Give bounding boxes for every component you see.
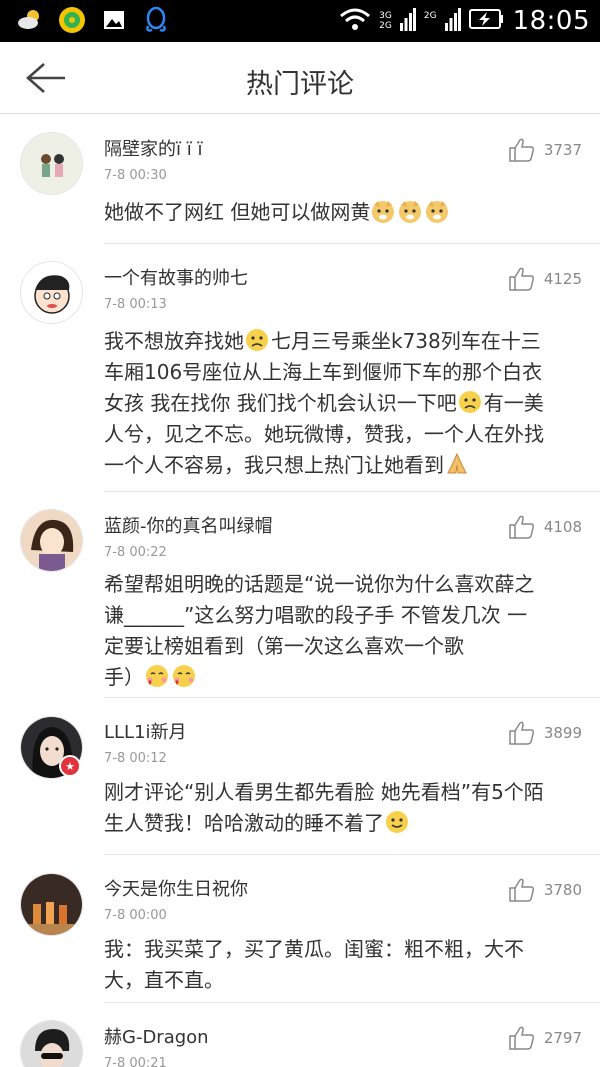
like-button[interactable]: 4125 xyxy=(508,264,582,294)
doge-emoji-icon xyxy=(399,201,422,223)
like-count: 3780 xyxy=(543,881,582,899)
comment-text-line: 女孩 我在找你 我们找个机会认识一下吧 xyxy=(104,391,457,415)
like-count: 4108 xyxy=(543,518,582,536)
like-count: 4125 xyxy=(543,270,582,288)
sad-face-emoji-icon xyxy=(246,329,268,351)
username[interactable]: 隔壁家的ï ï ï xyxy=(104,135,202,161)
username[interactable]: 赫G-Dragon xyxy=(104,1023,209,1049)
doge-emoji-icon xyxy=(372,201,395,223)
comment-text-line: 刚才评论“别人看男生都先看脸 她先看档”有5个陌 xyxy=(104,780,544,804)
comment-text-line: 我：我买菜了，买了黄瓜。闺蜜：粗不粗，大不 xyxy=(104,937,524,961)
music-app-icon xyxy=(58,6,86,34)
page-title: 热门评论 xyxy=(246,69,354,100)
network-3g-label: 3G xyxy=(379,11,392,21)
comment-text-line: 谦______”这么努力唱歌的段子手 不管发几次 一 xyxy=(104,603,528,627)
comment-text-line: 七月三号乘坐k738列车在十三 xyxy=(271,329,541,353)
comment-text-line: 手） xyxy=(104,665,144,689)
like-button[interactable]: 4108 xyxy=(508,512,582,542)
comment-text-line: 生人赞我！哈哈激动的睡不着了 xyxy=(104,811,384,835)
clock: 18:05 xyxy=(512,6,590,36)
wifi-icon xyxy=(339,7,371,35)
qq-penguin-icon xyxy=(142,6,170,34)
avatar[interactable] xyxy=(20,873,83,936)
divider xyxy=(104,243,600,244)
praying-hands-emoji-icon xyxy=(447,452,467,474)
comment-text: 刚才评论“别人看男生都先看脸 她先看档”有5个陌 生人赞我！哈哈激动的睡不着了 xyxy=(104,777,584,839)
username[interactable]: 今天是你生日祝你 xyxy=(104,875,248,901)
kiss-face-emoji-icon xyxy=(146,665,168,687)
kiss-face-emoji-icon xyxy=(173,665,195,687)
like-button[interactable]: 2797 xyxy=(508,1023,582,1053)
comment-time: 7-8 00:12 xyxy=(104,751,167,766)
comment-text: 我：我买菜了，买了黄瓜。闺蜜：粗不粗，大不 大，直不直。 xyxy=(104,934,584,996)
divider xyxy=(104,854,600,855)
comment-text-line: 我不想放弃找她 xyxy=(104,329,244,353)
avatar[interactable] xyxy=(20,261,83,324)
comment-text-line: 大，直不直。 xyxy=(104,968,224,992)
verified-badge-icon: ★ xyxy=(59,755,81,777)
system-status: 3G 2G 2G 18:05 xyxy=(339,4,590,38)
comment-text: 希望帮姐明晚的话题是“说一说你为什么喜欢薛之 谦______”这么努力唱歌的段子… xyxy=(104,569,584,693)
like-button[interactable]: 3899 xyxy=(508,718,582,748)
thumbs-up-icon xyxy=(509,138,534,162)
network-type: 3G 2G xyxy=(379,11,392,31)
signal-icon xyxy=(399,7,416,35)
comment-text-line: 一个人不容易，我只想上热门让她看到 xyxy=(104,453,444,477)
thumbs-up-icon xyxy=(509,267,534,291)
app-header: 热门评论 xyxy=(0,42,600,114)
comment-list[interactable]: 隔壁家的ï ï ï 7-8 00:30 3737 她做不了网红 但她可以做网黄 … xyxy=(0,115,600,1067)
avatar[interactable] xyxy=(20,509,83,572)
avatar[interactable] xyxy=(20,1020,83,1067)
image-icon xyxy=(100,6,128,34)
comment-time: 7-8 00:00 xyxy=(104,908,167,923)
notification-icons xyxy=(16,6,170,34)
divider xyxy=(104,697,600,698)
like-count: 3899 xyxy=(543,724,582,742)
status-bar: 3G 2G 2G 18:05 xyxy=(0,0,600,42)
comment-text: 她做不了网红 但她可以做网黄 xyxy=(104,197,584,228)
doge-emoji-icon xyxy=(426,201,449,223)
divider xyxy=(104,491,600,492)
divider xyxy=(104,1002,600,1003)
weather-cloud-icon xyxy=(16,6,44,34)
sad-face-emoji-icon xyxy=(458,391,481,413)
thumbs-up-icon xyxy=(509,878,534,902)
comment-text-line: 有一美 xyxy=(483,391,544,415)
like-button[interactable]: 3780 xyxy=(508,875,582,905)
like-count: 2797 xyxy=(543,1029,582,1047)
comment-text-line: 车厢106号座位从上海上车到偃师下车的那个白衣 xyxy=(104,360,543,384)
network-type-2: 2G xyxy=(424,11,437,31)
battery-charging-icon xyxy=(468,8,505,34)
thumbs-up-icon xyxy=(509,515,534,539)
avatar[interactable] xyxy=(20,132,83,195)
username[interactable]: 一个有故事的帅七 xyxy=(104,264,248,290)
comment-text-line: 人兮，见之不忘。她玩微博，赞我，一个人在外找 xyxy=(104,422,544,446)
like-button[interactable]: 3737 xyxy=(508,135,582,165)
network-2g-label-2: 2G xyxy=(423,11,437,21)
signal-icon-2 xyxy=(444,7,461,35)
comment-text: 我不想放弃找她 七月三号乘坐k738列车在十三 车厢106号座位从上海上车到偃师下… xyxy=(104,326,584,481)
comment-time: 7-8 00:13 xyxy=(104,297,167,312)
username[interactable]: LLL1i新月 xyxy=(104,718,187,744)
username[interactable]: 蓝颜-你的真名叫绿帽 xyxy=(104,512,273,538)
comment-time: 7-8 00:21 xyxy=(104,1056,167,1067)
comment-time: 7-8 00:22 xyxy=(104,545,167,560)
thumbs-up-icon xyxy=(509,721,534,745)
comment-text-line: 她做不了网红 但她可以做网黄 xyxy=(104,200,371,224)
smile-emoji-icon xyxy=(386,811,408,833)
thumbs-up-icon xyxy=(509,1026,534,1050)
like-count: 3737 xyxy=(543,141,582,159)
comment-time: 7-8 00:30 xyxy=(104,168,167,183)
comment-text-line: 希望帮姐明晚的话题是“说一说你为什么喜欢薛之 xyxy=(104,572,535,596)
network-2g-label: 2G xyxy=(379,21,392,31)
comment-text-line: 定要让榜姐看到（第一次这么喜欢一个歌 xyxy=(104,634,464,658)
